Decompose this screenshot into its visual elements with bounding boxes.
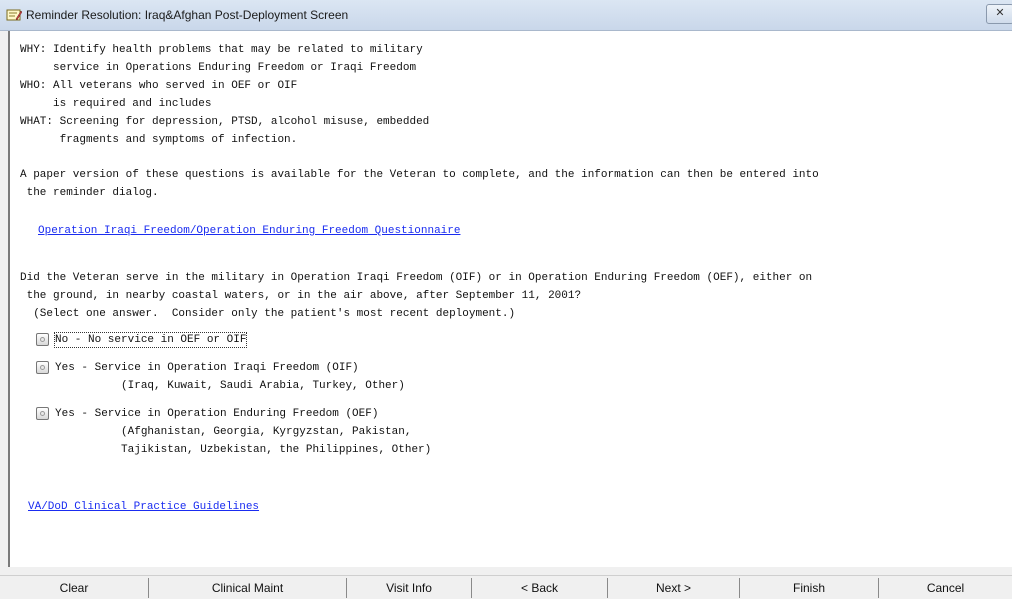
option-label: Yes - Service in Operation Iraqi Freedom…: [55, 362, 359, 374]
close-button[interactable]: ✕: [986, 4, 1012, 24]
guidelines-link[interactable]: VA/DoD Clinical Practice Guidelines: [28, 500, 259, 514]
visit-info-button[interactable]: Visit Info: [347, 578, 472, 598]
question-line-3: (Select one answer. Consider only the pa…: [20, 308, 516, 320]
option-sublabel-2: Tajikistan, Uzbekistan, the Philippines,…: [55, 444, 432, 456]
finish-button[interactable]: Finish: [740, 578, 879, 598]
clinical-maint-button[interactable]: Clinical Maint: [149, 578, 347, 598]
back-button[interactable]: < Back: [472, 578, 608, 598]
window-title: Reminder Resolution: Iraq&Afghan Post-De…: [26, 8, 349, 22]
title-bar[interactable]: Reminder Resolution: Iraq&Afghan Post-De…: [0, 0, 1012, 31]
reminder-pencil-icon: [6, 8, 23, 22]
radio-button[interactable]: [36, 361, 49, 374]
questionnaire-link[interactable]: Operation Iraqi Freedom/Operation Enduri…: [38, 224, 460, 238]
radio-button[interactable]: [36, 407, 49, 420]
next-button[interactable]: Next >: [608, 578, 740, 598]
option-sublabel: (Iraq, Kuwait, Saudi Arabia, Turkey, Oth…: [55, 380, 405, 392]
option-sublabel: (Afghanistan, Georgia, Kyrgyzstan, Pakis…: [55, 426, 412, 438]
what-line-2: fragments and symptoms of infection.: [20, 134, 298, 146]
why-line-2: service in Operations Enduring Freedom o…: [20, 62, 417, 74]
cancel-button[interactable]: Cancel: [879, 578, 1012, 598]
reminder-dialog-window: Reminder Resolution: Iraq&Afghan Post-De…: [0, 0, 1012, 599]
close-icon: ✕: [995, 7, 1005, 19]
button-bar: Clear Clinical Maint Visit Info < Back N…: [0, 575, 1012, 599]
clear-button[interactable]: Clear: [0, 578, 149, 598]
why-line: WHY: Identify health problems that may b…: [20, 44, 423, 56]
paper-version-line-2: the reminder dialog.: [20, 187, 159, 199]
question-line-1: Did the Veteran serve in the military in…: [20, 272, 813, 284]
what-line: WHAT: Screening for depression, PTSD, al…: [20, 116, 430, 128]
question-line-2: the ground, in nearby coastal waters, or…: [20, 290, 582, 302]
reminder-text-panel[interactable]: WHY: Identify health problems that may b…: [8, 31, 1012, 567]
option-label: No - No service in OEF or OIF: [53, 332, 248, 348]
radio-button[interactable]: [36, 333, 49, 346]
who-line: WHO: All veterans who served in OEF or O…: [20, 80, 298, 92]
option-label: Yes - Service in Operation Enduring Free…: [55, 408, 379, 420]
who-line-2: is required and includes: [20, 98, 212, 110]
paper-version-line: A paper version of these questions is av…: [20, 169, 819, 181]
